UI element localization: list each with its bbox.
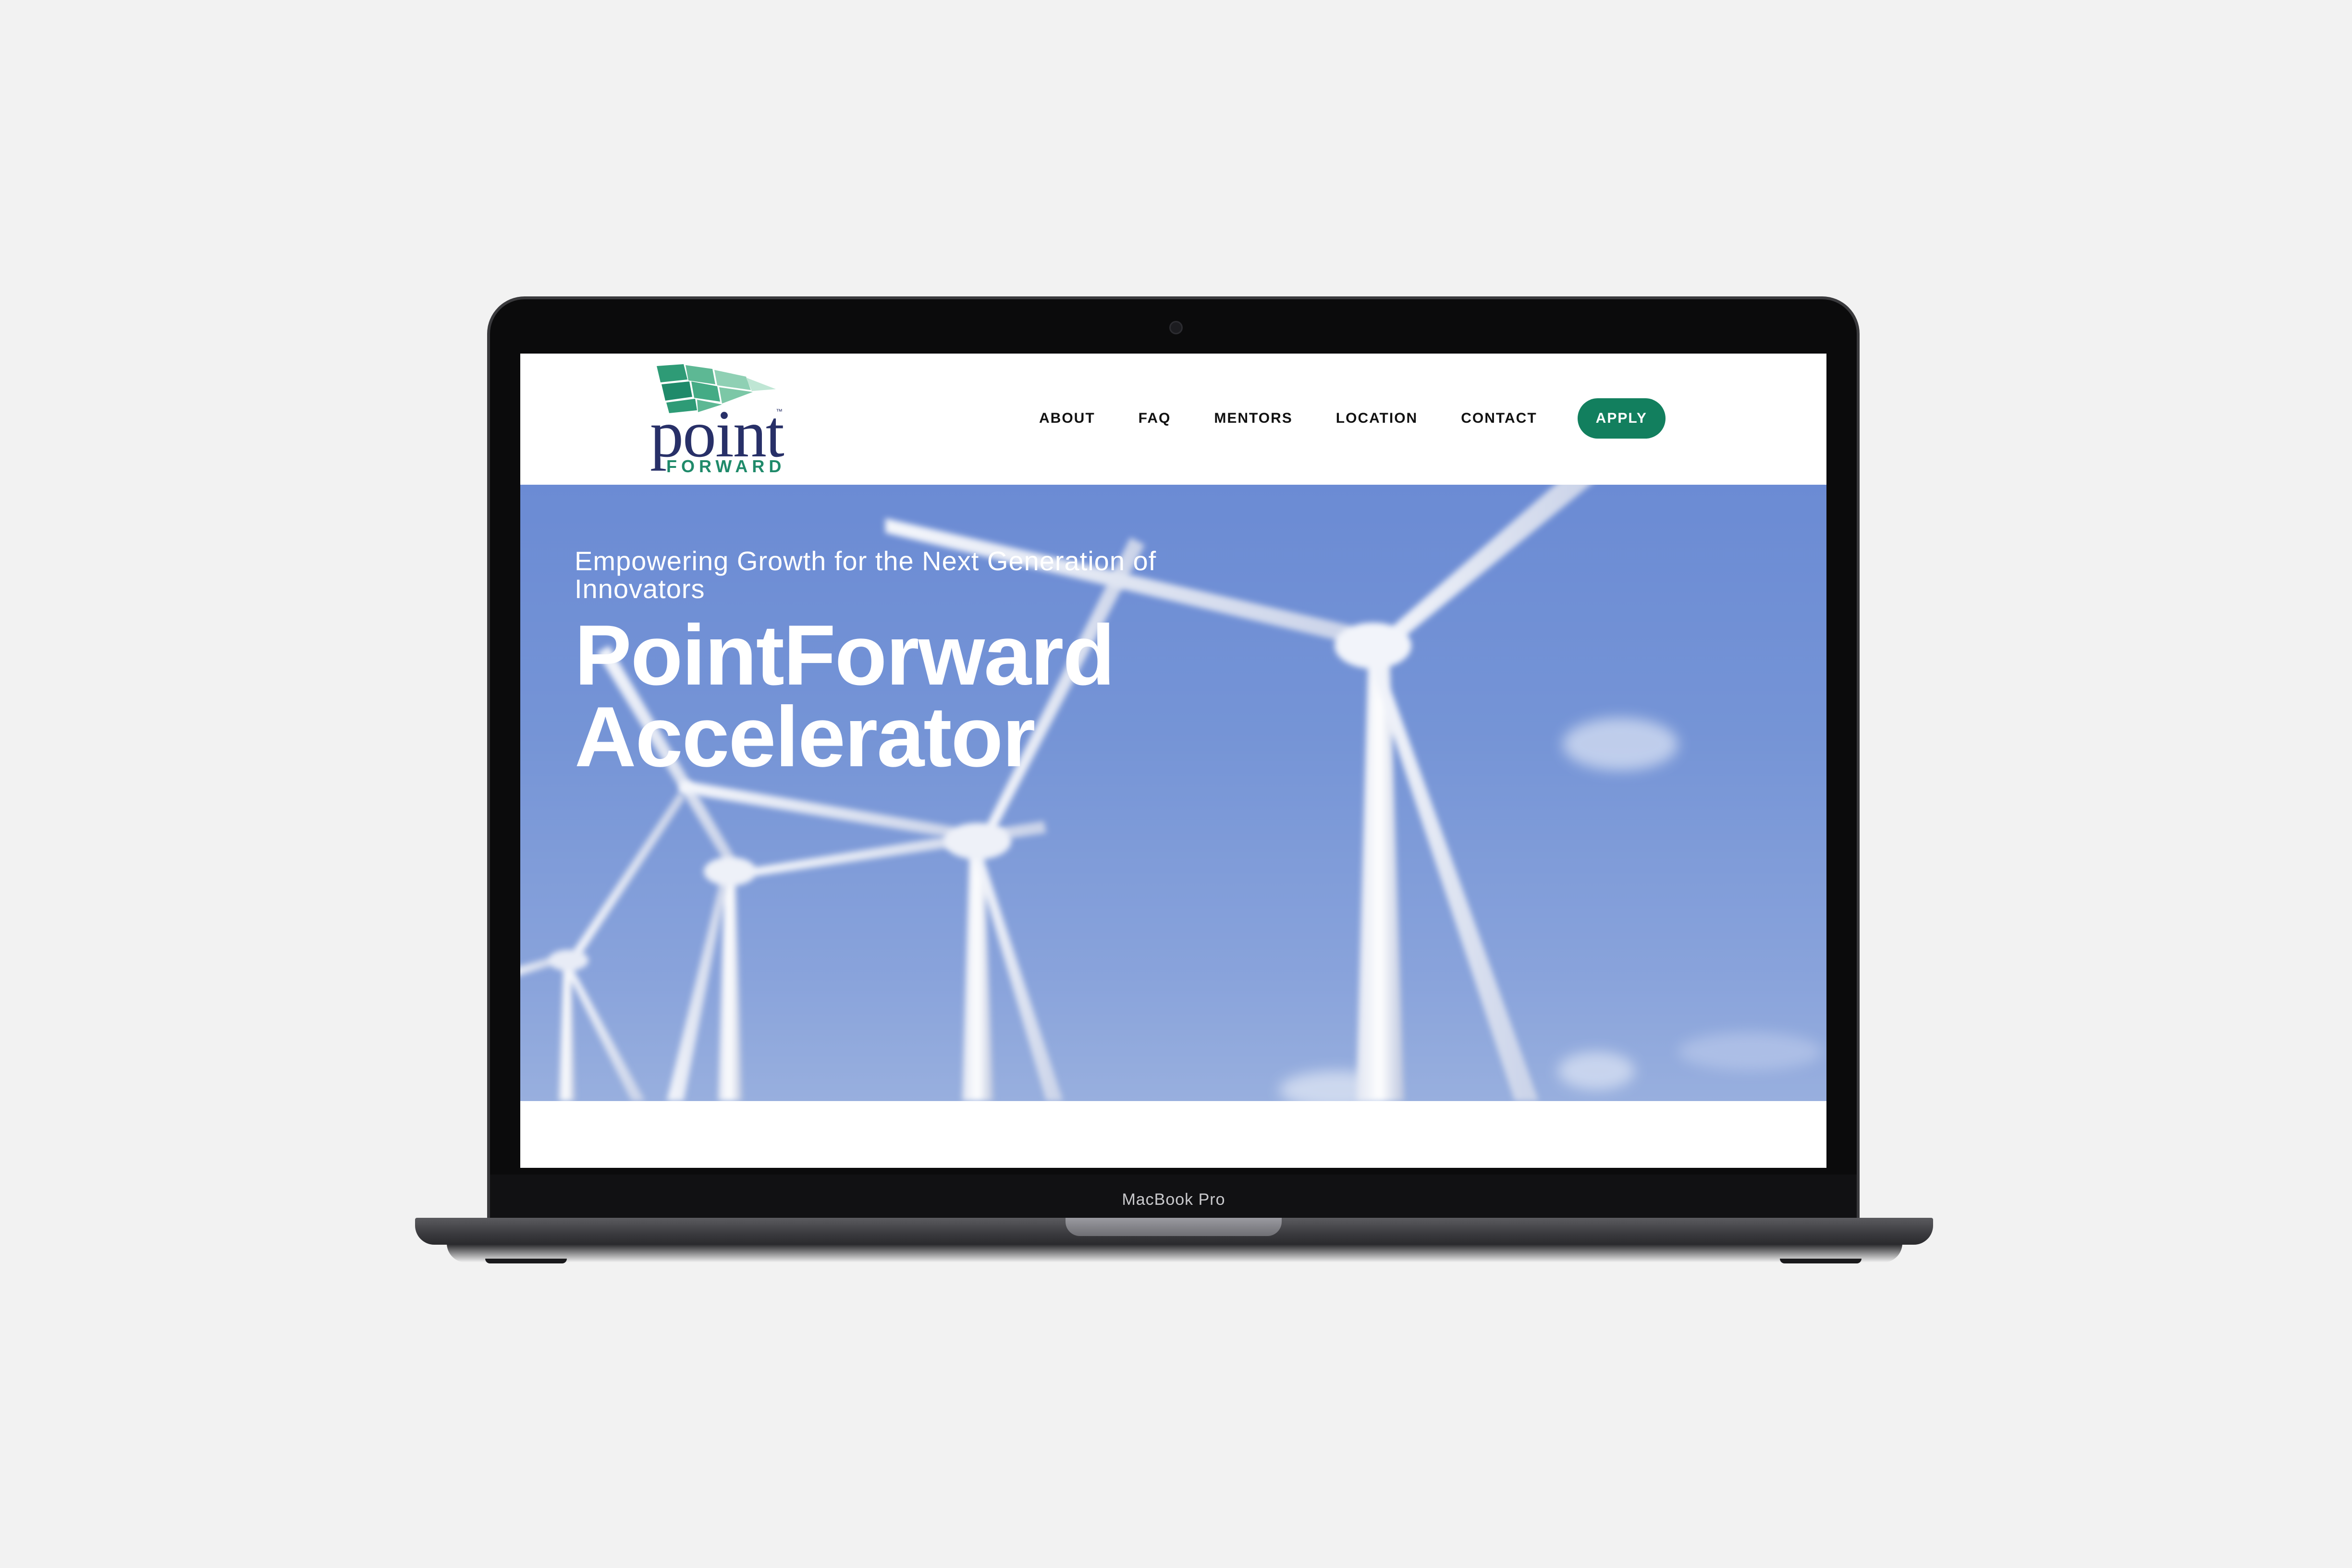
main-nav: ABOUT FAQ MENTORS LOCATION CONTACT APPLY <box>1039 392 1666 445</box>
apply-button[interactable]: APPLY <box>1577 398 1666 439</box>
hero-title: PointForward Accelerator <box>575 612 1343 780</box>
content-area <box>520 1101 1826 1168</box>
site-logo[interactable]: point ™ FORWARD <box>650 362 794 478</box>
site-header: point ™ FORWARD ABOUT FAQ MENTORS LOCATI… <box>520 354 1826 485</box>
laptop-screen: point ™ FORWARD ABOUT FAQ MENTORS LOCATI… <box>520 354 1826 1168</box>
logo-subtitle: FORWARD <box>666 456 786 476</box>
nav-faq[interactable]: FAQ <box>1139 410 1171 427</box>
nav-contact[interactable]: CONTACT <box>1461 410 1537 427</box>
model-label: MacBook Pro <box>1122 1190 1225 1209</box>
webcam-icon <box>1169 321 1183 334</box>
hero-subtitle: Empowering Growth for the Next Generatio… <box>575 546 1157 604</box>
nav-mentors[interactable]: MENTORS <box>1214 410 1292 427</box>
laptop-foot <box>485 1259 567 1263</box>
lid-notch <box>1066 1218 1282 1236</box>
trademark-mark: ™ <box>776 407 783 415</box>
nav-location[interactable]: LOCATION <box>1336 410 1418 427</box>
laptop-foot <box>1780 1259 1862 1263</box>
hero-banner: Empowering Growth for the Next Generatio… <box>520 485 1826 1101</box>
nav-about[interactable]: ABOUT <box>1039 410 1095 427</box>
hero-title-line2: Accelerator <box>575 689 1036 784</box>
base-shadow <box>447 1243 1902 1262</box>
